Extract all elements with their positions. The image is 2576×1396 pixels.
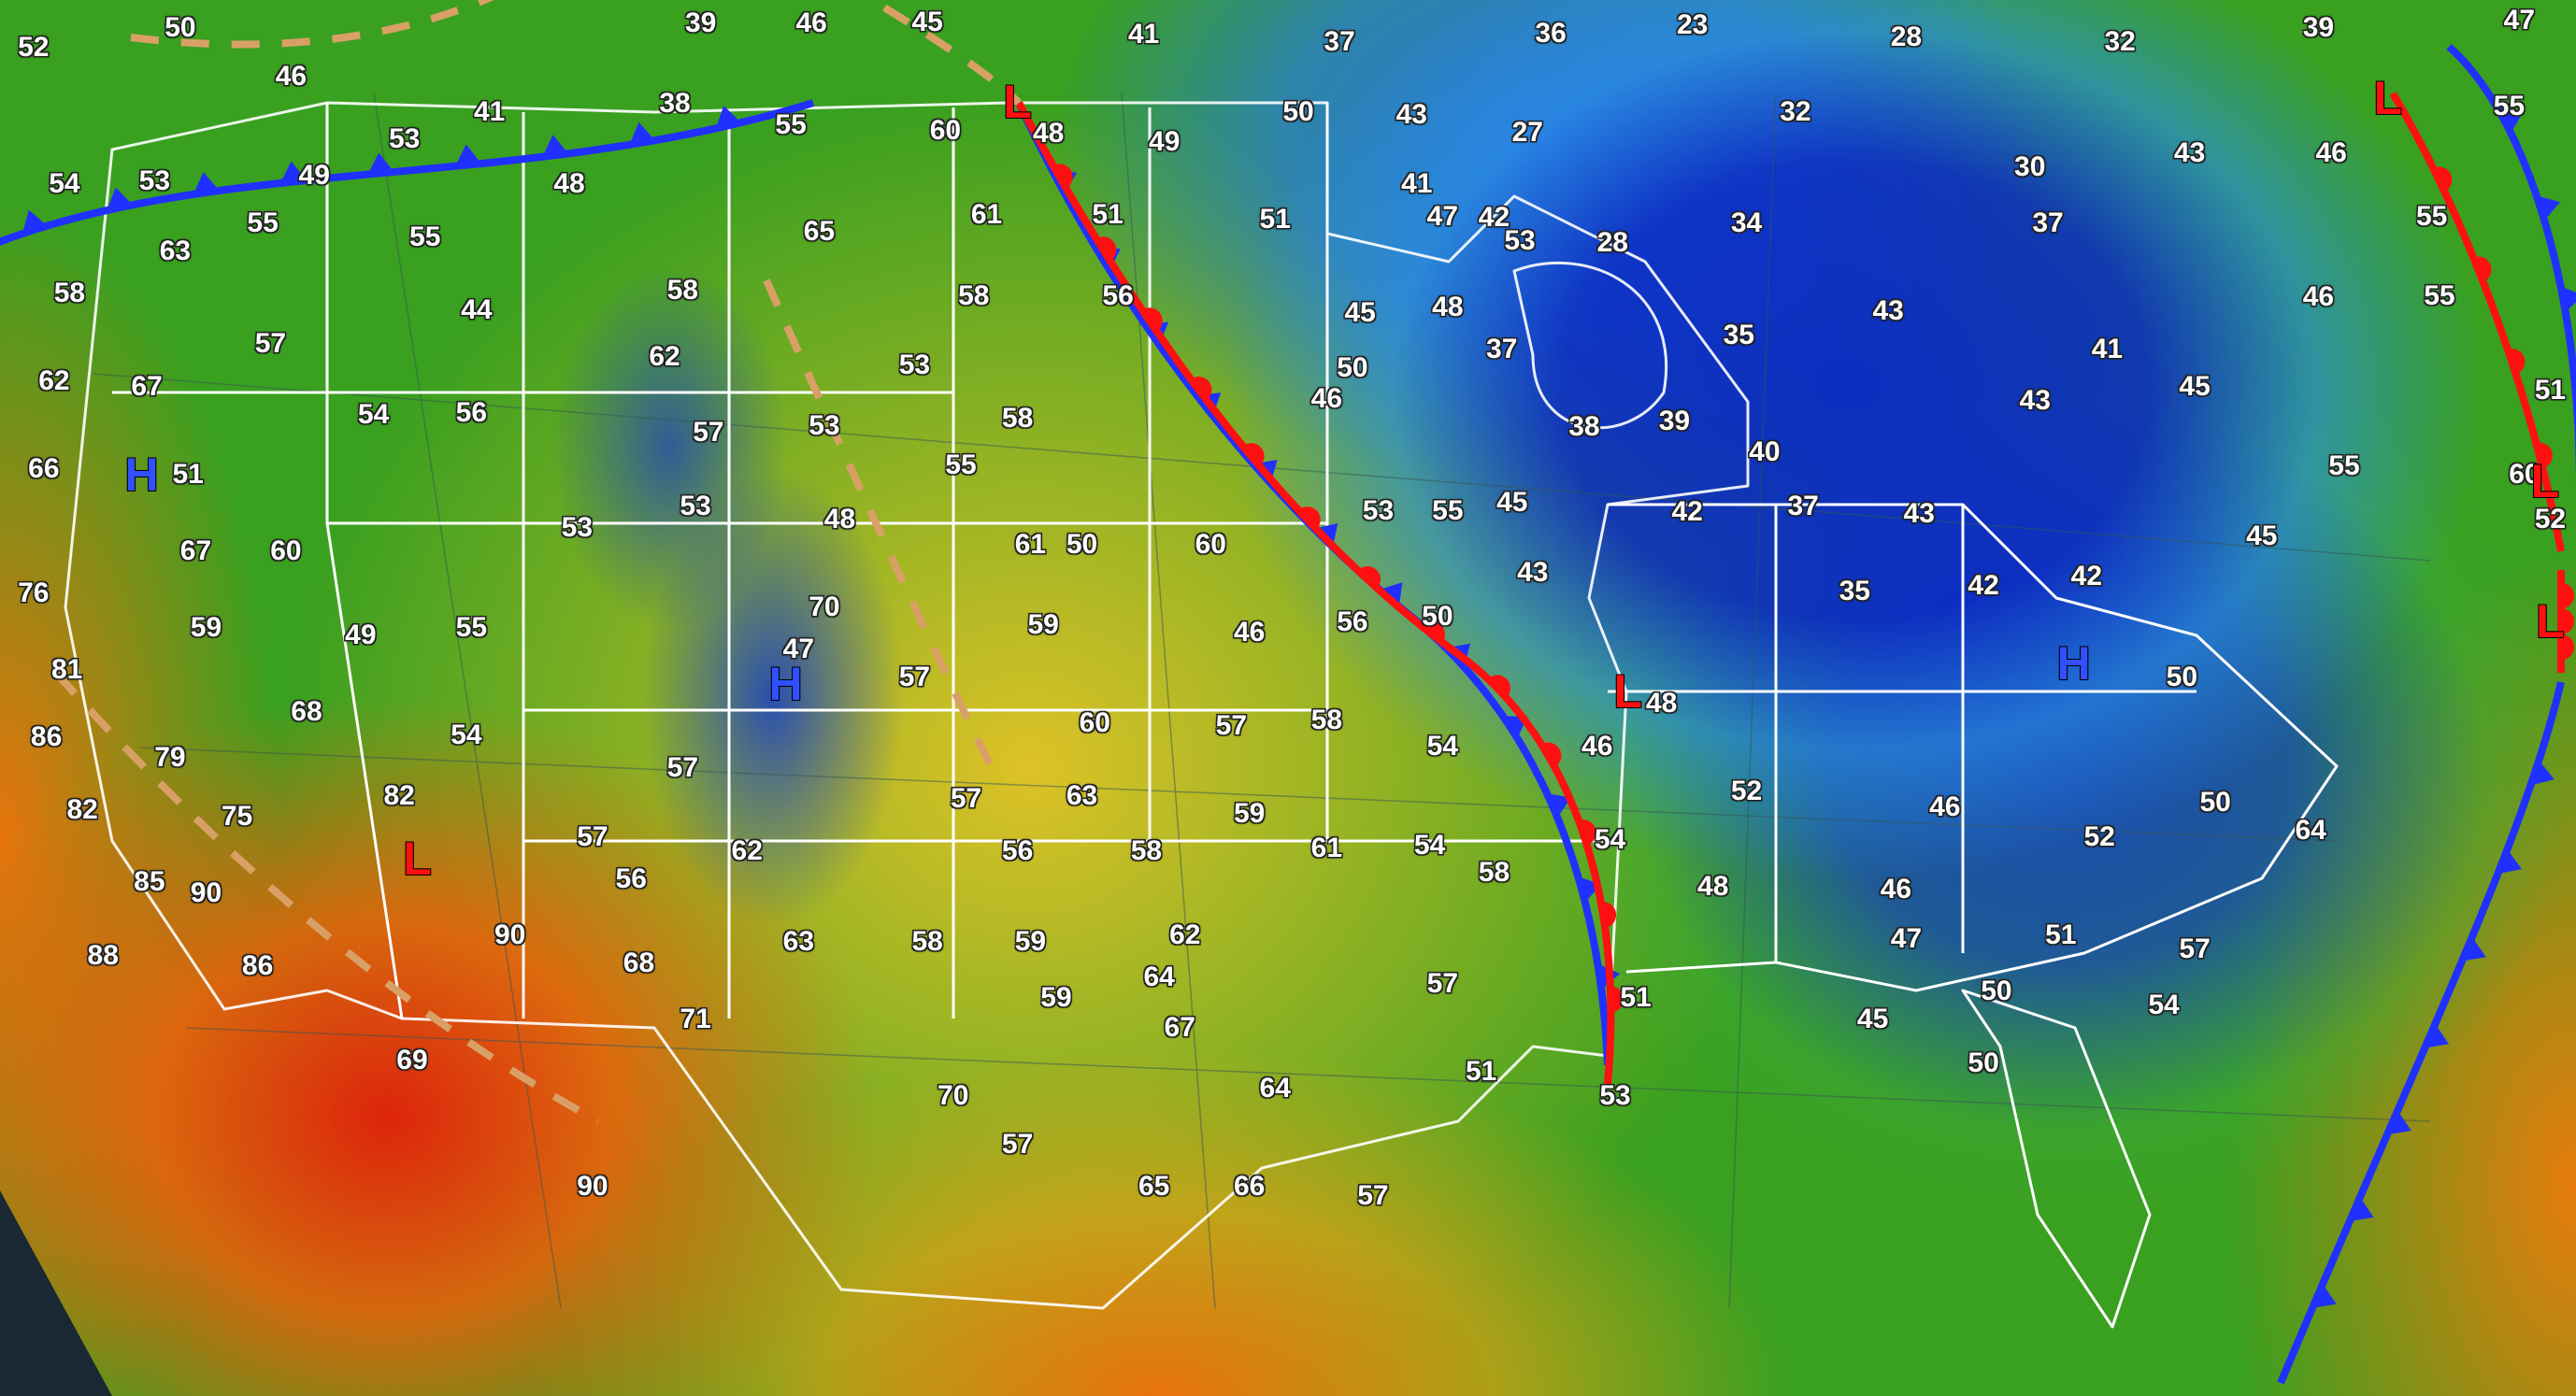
weather-map[interactable]: 5250394645413736232832394746413855604849… [0, 0, 2576, 1396]
bottom-left-overlay-corner [0, 1190, 112, 1396]
state-borders [0, 0, 2576, 1396]
